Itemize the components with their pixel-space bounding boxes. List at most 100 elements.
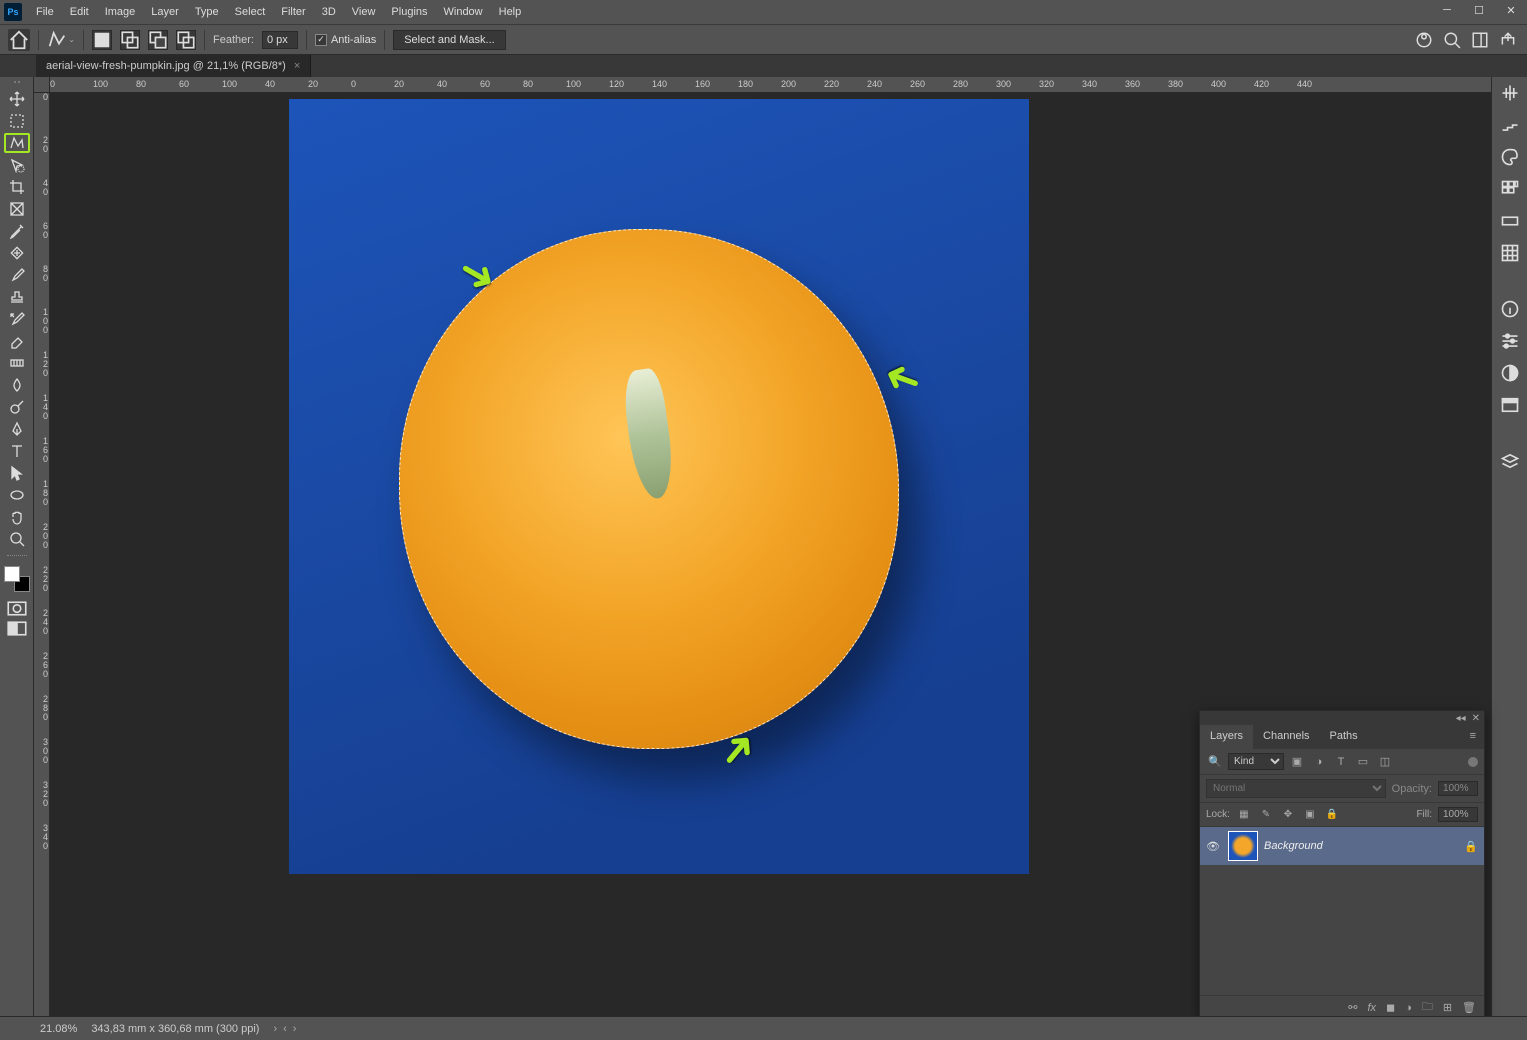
shape-tool[interactable]	[4, 485, 30, 505]
layer-row[interactable]: 👁 Background 🔒	[1200, 827, 1484, 865]
blend-mode-select[interactable]: Normal	[1206, 779, 1386, 798]
frame-tool[interactable]	[4, 199, 30, 219]
panel-menu-icon[interactable]: ≡	[1462, 725, 1484, 749]
layer-name[interactable]: Background	[1264, 840, 1323, 852]
menu-layer[interactable]: Layer	[143, 2, 187, 22]
patterns-icon[interactable]	[1500, 243, 1520, 263]
panel-close-icon[interactable]: ✕	[1472, 713, 1480, 724]
type-tool[interactable]	[4, 441, 30, 461]
history-brush-tool[interactable]	[4, 309, 30, 329]
color-swatches[interactable]	[4, 566, 30, 592]
lock-trans-icon[interactable]: ▦	[1236, 808, 1252, 822]
delete-layer-icon[interactable]: 🗑	[1462, 1001, 1476, 1014]
menu-file[interactable]: File	[28, 2, 62, 22]
selection-intersect[interactable]	[176, 30, 196, 50]
menu-view[interactable]: View	[344, 2, 384, 22]
feather-input[interactable]	[262, 31, 298, 49]
share-icon[interactable]	[1499, 31, 1517, 49]
move-tool[interactable]	[4, 89, 30, 109]
minimize-button[interactable]: ─	[1431, 0, 1463, 20]
search-icon[interactable]	[1443, 31, 1461, 49]
fill-value[interactable]: 100%	[1438, 807, 1478, 822]
brush-tool[interactable]	[4, 265, 30, 285]
filter-adjust-icon[interactable]: ◑	[1310, 754, 1328, 770]
brushes-icon[interactable]	[1500, 115, 1520, 135]
eraser-tool[interactable]	[4, 331, 30, 351]
quickmask-tool[interactable]	[7, 600, 27, 616]
healing-tool[interactable]	[4, 243, 30, 263]
filter-smart-icon[interactable]: ◫	[1376, 754, 1394, 770]
document-tab[interactable]: aerial-view-fresh-pumpkin.jpg @ 21,1% (R…	[36, 55, 311, 77]
cloud-docs-icon[interactable]	[1415, 31, 1433, 49]
nav-right-icon[interactable]: ›	[293, 1023, 297, 1035]
screenmode-tool[interactable]	[7, 620, 27, 636]
zoom-tool[interactable]	[4, 529, 30, 549]
blur-tool[interactable]	[4, 375, 30, 395]
libraries-icon[interactable]	[1500, 395, 1520, 415]
lock-all-icon[interactable]: 🔒	[1324, 808, 1340, 822]
dodge-tool[interactable]	[4, 397, 30, 417]
document-canvas[interactable]: ➜ ➜ ➜	[289, 99, 1029, 874]
layer-fx-icon[interactable]: fx	[1367, 1002, 1376, 1014]
gradient-tool[interactable]	[4, 353, 30, 373]
selection-new[interactable]	[92, 30, 112, 50]
opacity-value[interactable]: 100%	[1438, 781, 1478, 796]
menu-edit[interactable]: Edit	[62, 2, 97, 22]
maximize-button[interactable]: ☐	[1463, 0, 1495, 20]
tab-channels[interactable]: Channels	[1253, 725, 1319, 749]
filter-shape-icon[interactable]: ▭	[1354, 754, 1372, 770]
stamp-tool[interactable]	[4, 287, 30, 307]
menu-window[interactable]: Window	[436, 2, 491, 22]
menu-filter[interactable]: Filter	[273, 2, 313, 22]
properties-icon[interactable]	[1500, 331, 1520, 351]
lock-pos-icon[interactable]: ✥	[1280, 808, 1296, 822]
antialias-checkbox[interactable]: ✓ Anti-alias	[315, 34, 376, 46]
ruler-horizontal[interactable]: 0100806010040200204060801001201401601802…	[50, 77, 1491, 93]
nav-left-icon[interactable]: ‹	[283, 1023, 287, 1035]
tab-paths[interactable]: Paths	[1320, 725, 1368, 749]
add-mask-icon[interactable]: ◼	[1386, 1001, 1395, 1014]
collapse-icon[interactable]: ◂◂	[1456, 713, 1466, 724]
menu-plugins[interactable]: Plugins	[383, 2, 435, 22]
layers-icon[interactable]	[1500, 451, 1520, 471]
menu-select[interactable]: Select	[227, 2, 274, 22]
gradients-icon[interactable]	[1500, 211, 1520, 231]
quick-select-tool[interactable]	[4, 155, 30, 175]
select-and-mask-button[interactable]: Select and Mask...	[393, 30, 506, 50]
adjustments-icon[interactable]	[1500, 363, 1520, 383]
document-info[interactable]: 343,83 mm x 360,68 mm (300 ppi)	[91, 1023, 259, 1035]
filter-kind-select[interactable]: Kind	[1228, 753, 1284, 770]
menu-image[interactable]: Image	[97, 2, 144, 22]
new-layer-icon[interactable]: ⊞	[1443, 1001, 1452, 1014]
crop-tool[interactable]	[4, 177, 30, 197]
visibility-icon[interactable]: 👁	[1206, 840, 1222, 853]
info-chevron-icon[interactable]: ›	[273, 1023, 277, 1035]
lock-nest-icon[interactable]: ▣	[1302, 808, 1318, 822]
filter-pixel-icon[interactable]: ▣	[1288, 754, 1306, 770]
workspace-icon[interactable]	[1471, 31, 1489, 49]
tab-layers[interactable]: Layers	[1200, 725, 1253, 749]
swatches-icon[interactable]	[1500, 179, 1520, 199]
new-group-icon[interactable]: 🗀	[1422, 998, 1433, 1017]
selection-subtract[interactable]	[148, 30, 168, 50]
pen-tool[interactable]	[4, 419, 30, 439]
menu-type[interactable]: Type	[187, 2, 227, 22]
foreground-color[interactable]	[4, 566, 20, 582]
hand-tool[interactable]	[4, 507, 30, 527]
ruler-vertical[interactable]: 0204060801001201401601802002202402602803…	[34, 93, 50, 1016]
color-icon[interactable]	[1500, 147, 1520, 167]
info-icon[interactable]	[1500, 299, 1520, 319]
lock-paint-icon[interactable]: ✎	[1258, 808, 1274, 822]
lasso-tool[interactable]	[4, 133, 30, 153]
path-select-tool[interactable]	[4, 463, 30, 483]
current-tool-icon[interactable]: ⌄	[47, 29, 75, 51]
marquee-tool[interactable]	[4, 111, 30, 131]
eyedropper-tool[interactable]	[4, 221, 30, 241]
link-layers-icon[interactable]: ⚯	[1348, 1001, 1357, 1014]
home-button[interactable]	[8, 29, 30, 51]
menu-help[interactable]: Help	[491, 2, 530, 22]
new-adjustment-icon[interactable]: ◑	[1405, 1002, 1412, 1014]
layer-thumbnail[interactable]	[1228, 831, 1258, 861]
close-button[interactable]: ✕	[1495, 0, 1527, 20]
menu-3d[interactable]: 3D	[314, 2, 344, 22]
